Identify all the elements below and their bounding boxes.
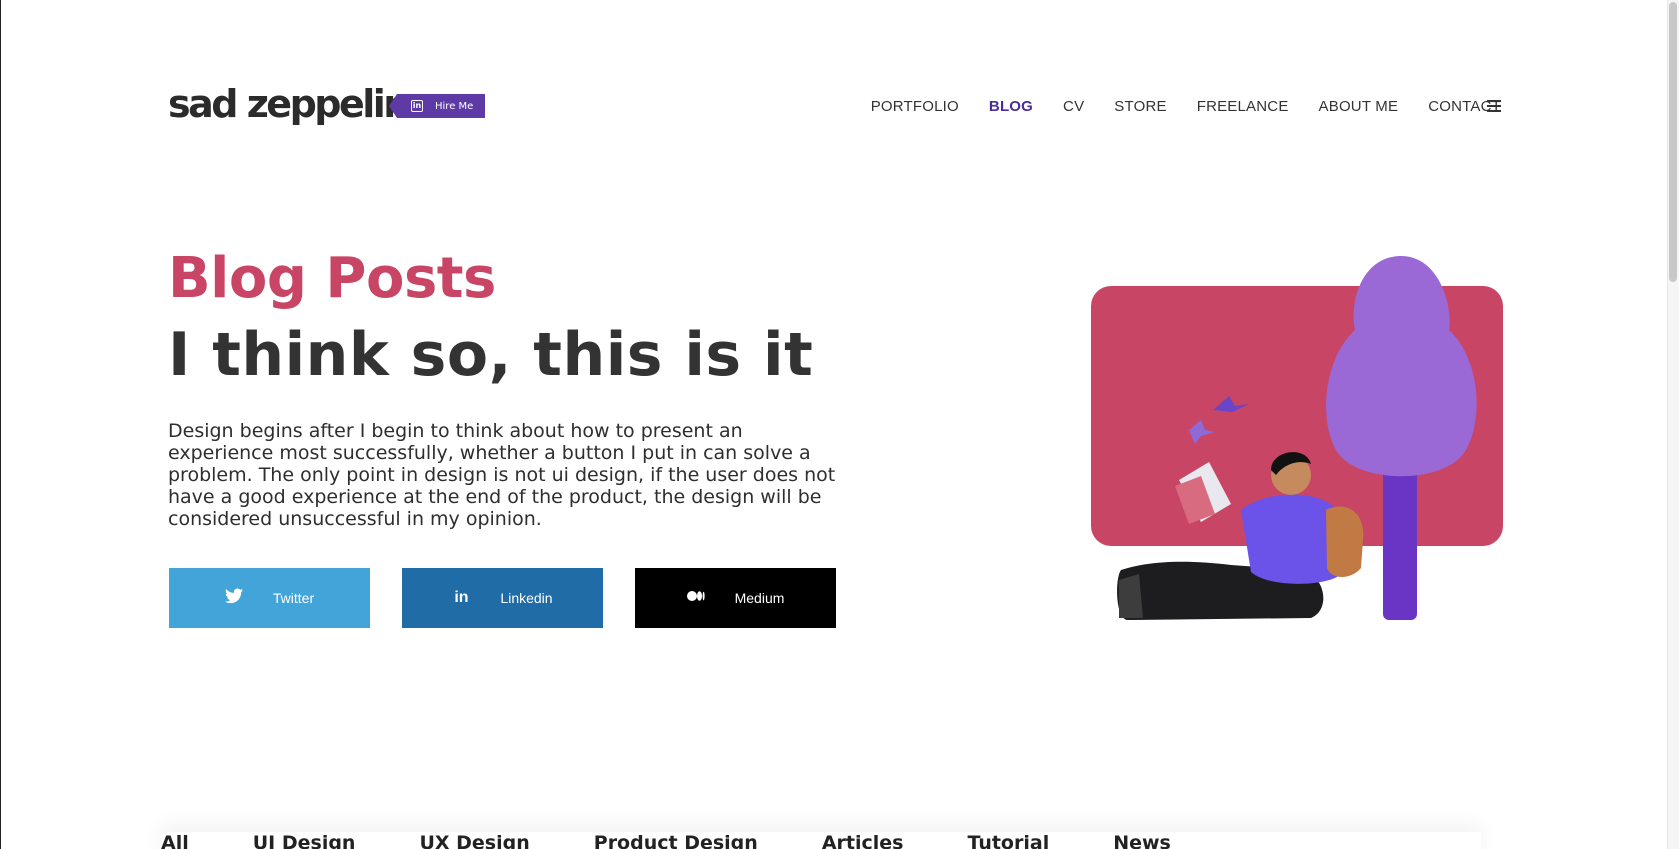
tab-tutorial[interactable]: Tutorial — [967, 832, 1049, 849]
reading-person-illustration — [1091, 256, 1503, 620]
linkedin-icon: in — [454, 589, 469, 606]
shoe — [1119, 574, 1143, 618]
linkedin-icon: in — [411, 100, 423, 112]
tab-ux-design[interactable]: UX Design — [419, 832, 529, 849]
page-frame: sad zeppelins in Hire Me PORTFOLIO BLOG … — [0, 0, 1679, 849]
intro-paragraph: Design begins after I begin to think abo… — [168, 420, 836, 530]
nav-blog[interactable]: BLOG — [989, 98, 1033, 115]
nav-freelance[interactable]: FREELANCE — [1197, 98, 1289, 115]
tab-news[interactable]: News — [1113, 832, 1171, 849]
tab-product-design[interactable]: Product Design — [594, 832, 758, 849]
twitter-icon — [224, 588, 243, 609]
hire-me-badge[interactable]: in Hire Me — [389, 94, 485, 118]
backpack — [1326, 506, 1364, 577]
medium-button[interactable]: Medium — [635, 568, 836, 628]
main-nav: PORTFOLIO BLOG CV STORE FREELANCE ABOUT … — [871, 98, 1501, 115]
tab-all[interactable]: All — [161, 832, 189, 849]
linkedin-button[interactable]: in Linkedin — [402, 568, 603, 628]
nav-cv[interactable]: CV — [1063, 98, 1084, 115]
tab-articles[interactable]: Articles — [822, 832, 904, 849]
page-title: Blog Posts — [168, 246, 496, 311]
twitter-button[interactable]: Twitter — [169, 568, 370, 628]
page-subtitle: I think so, this is it — [168, 320, 814, 390]
blog-filter-tabs: All UI Design UX Design Product Design A… — [161, 832, 1481, 849]
twitter-label: Twitter — [272, 590, 315, 606]
nav-store[interactable]: STORE — [1114, 98, 1166, 115]
nav-portfolio[interactable]: PORTFOLIO — [871, 98, 959, 115]
nav-about-me[interactable]: ABOUT ME — [1319, 98, 1399, 115]
linkedin-label: Linkedin — [500, 590, 553, 606]
hire-me-label: Hire Me — [435, 100, 474, 112]
tab-ui-design[interactable]: UI Design — [253, 832, 356, 849]
vertical-scrollbar[interactable] — [1667, 0, 1679, 849]
medium-icon — [686, 589, 705, 607]
medium-label: Medium — [734, 590, 785, 606]
scrollbar-thumb[interactable] — [1669, 2, 1677, 282]
hamburger-menu-icon[interactable] — [1487, 100, 1501, 112]
